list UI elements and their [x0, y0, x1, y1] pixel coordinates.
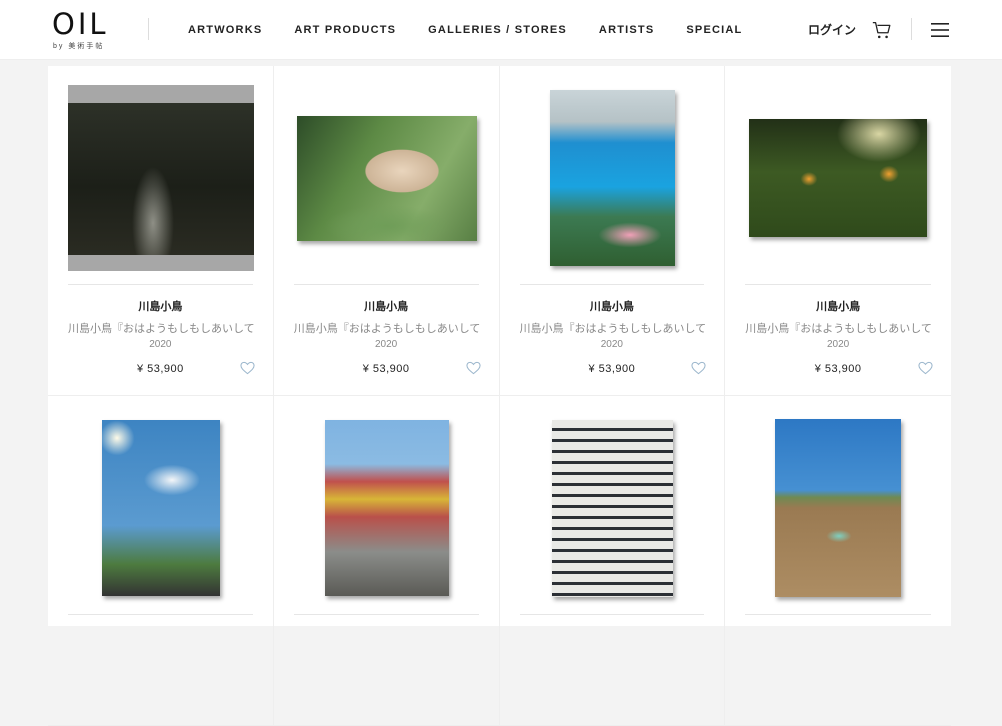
artwork-image-cloud-sky[interactable] — [102, 420, 220, 596]
thumb-frame — [745, 415, 931, 601]
artwork-image-river-birds[interactable] — [68, 85, 254, 271]
card-divider — [293, 614, 479, 615]
favorite-heart-icon[interactable] — [240, 361, 255, 375]
artwork-title[interactable]: 川島小鳥『おはようもしもしあいしてる』 — [520, 320, 707, 336]
site-header: OIL by 美術手帖 ARTWORKS ART PRODUCTS GALLER… — [0, 0, 1002, 60]
artwork-image-cat[interactable] — [296, 115, 477, 241]
product-card[interactable]: 川島小鳥 川島小鳥『おはようもしもしあいしてる』 2020 ¥ 53,900 — [48, 66, 274, 396]
card-divider — [745, 614, 931, 615]
artwork-title[interactable]: 川島小鳥『おはようもしもしあいしてる』 — [68, 320, 255, 336]
artwork-image-parking-lot[interactable] — [552, 419, 673, 597]
nav-art-products[interactable]: ART PRODUCTS — [294, 24, 396, 36]
product-card[interactable]: 川島小鳥 川島小鳥『おはようもしもしあいしてる』 2020 ¥ 53,900 — [725, 66, 951, 396]
card-divider — [745, 284, 931, 285]
card-divider — [68, 284, 253, 285]
thumb-frame — [520, 415, 706, 601]
product-card[interactable] — [499, 396, 726, 726]
favorite-heart-icon[interactable] — [465, 361, 481, 375]
card-divider — [68, 614, 253, 615]
favorite-heart-icon[interactable] — [918, 361, 933, 375]
login-link[interactable]: ログイン — [808, 21, 856, 38]
thumb-frame — [68, 85, 254, 271]
artwork-image-dry-field[interactable] — [775, 419, 902, 597]
artwork-year: 2020 — [827, 339, 850, 350]
artist-name[interactable]: 川島小鳥 — [274, 298, 499, 314]
nav-special[interactable]: SPECIAL — [686, 24, 742, 36]
artwork-image-window-flowers[interactable] — [550, 90, 675, 266]
artwork-image-city-street[interactable] — [324, 420, 449, 596]
header-divider — [148, 18, 149, 40]
logo-wordmark: OIL — [52, 7, 109, 41]
artist-name[interactable]: 川島小鳥 — [48, 298, 273, 314]
hamburger-menu-icon[interactable] — [929, 20, 951, 40]
nav-galleries-stores[interactable]: GALLERIES / STORES — [428, 24, 567, 36]
artwork-year: 2020 — [375, 339, 398, 350]
artist-name[interactable]: 川島小鳥 — [500, 298, 725, 314]
photo-area — [68, 103, 254, 255]
product-card[interactable] — [273, 396, 500, 726]
thumb-frame — [294, 415, 480, 601]
thumb-frame — [745, 85, 931, 271]
card-divider — [519, 614, 705, 615]
nav-artists[interactable]: ARTISTS — [599, 24, 654, 36]
card-divider — [293, 284, 479, 285]
favorite-heart-icon[interactable] — [691, 361, 706, 375]
artist-name[interactable]: 川島小鳥 — [725, 298, 951, 314]
artwork-title[interactable]: 川島小鳥『おはようもしもしあいしてる』 — [294, 320, 481, 336]
cart-icon[interactable] — [871, 19, 893, 41]
artwork-year: 2020 — [149, 339, 172, 350]
product-card[interactable]: 川島小鳥 川島小鳥『おはようもしもしあいしてる』 2020 ¥ 53,900 — [499, 66, 726, 396]
product-card[interactable] — [725, 396, 951, 726]
oil-logo[interactable]: OIL by 美術手帖 — [52, 8, 114, 52]
artwork-title[interactable]: 川島小鳥『おはようもしもしあいしてる』 — [745, 320, 933, 336]
main-nav: ARTWORKS ART PRODUCTS GALLERIES / STORES… — [188, 0, 774, 60]
logo-subtitle: by 美術手帖 — [53, 43, 105, 50]
thumb-frame — [520, 85, 706, 271]
header-divider-right — [911, 18, 912, 40]
artwork-year: 2020 — [600, 339, 623, 350]
product-grid: 川島小鳥 川島小鳥『おはようもしもしあいしてる』 2020 ¥ 53,900 川… — [48, 66, 951, 726]
product-card[interactable] — [48, 396, 274, 726]
nav-artworks[interactable]: ARTWORKS — [188, 24, 262, 36]
card-divider — [519, 284, 705, 285]
product-card[interactable]: 川島小鳥 川島小鳥『おはようもしもしあいしてる』 2020 ¥ 53,900 — [273, 66, 500, 396]
thumb-frame — [68, 415, 254, 601]
artwork-image-garden-flowers[interactable] — [749, 119, 928, 237]
thumb-frame — [294, 85, 480, 271]
